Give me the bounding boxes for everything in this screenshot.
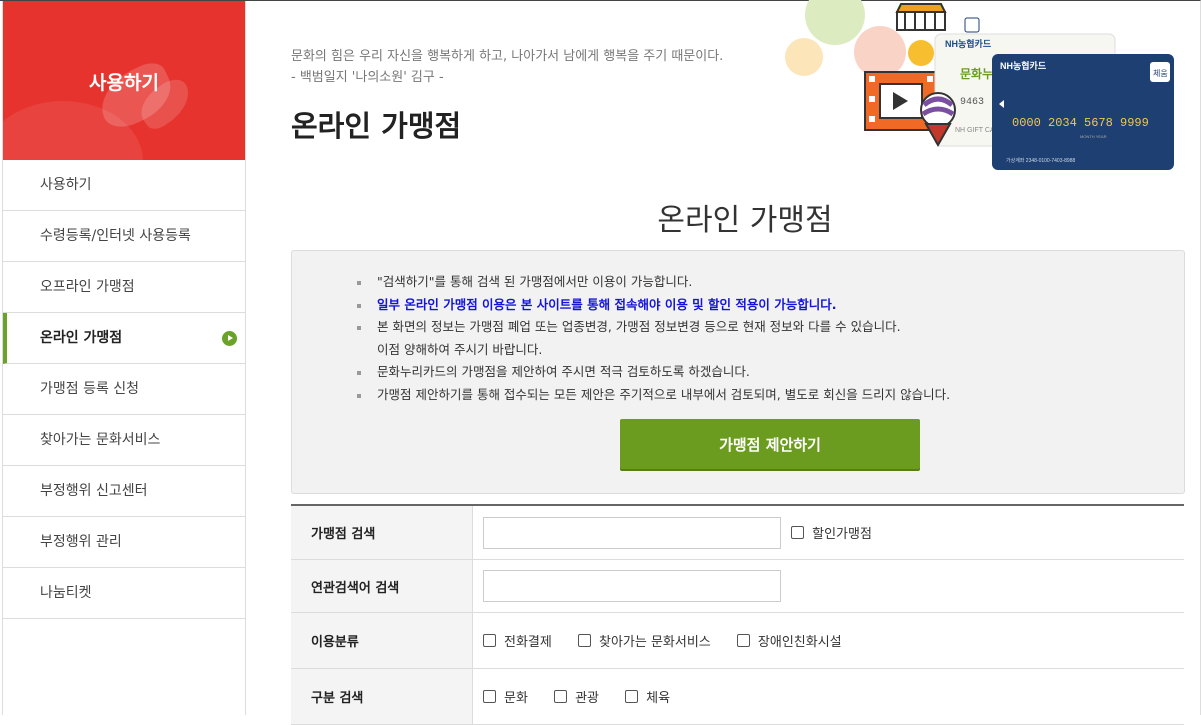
store-search-label: 가맹점 검색 (291, 505, 473, 560)
checkbox[interactable] (554, 690, 568, 703)
search-row-usage: 이용분류 전화결제 찾아가는 문화서비스 장애인친화시설 (291, 612, 1184, 669)
deco-circle (785, 38, 823, 76)
sidebar-item-fraud-report[interactable]: 부정행위 신고센터 (3, 466, 245, 517)
notice-list: "검색하기"를 통해 검색 된 가맹점에서만 이용이 가능합니다. 일부 온라인… (357, 271, 950, 406)
usage-category-label: 이용분류 (291, 612, 473, 669)
sidebar-item-label: 사용하기 (40, 177, 92, 193)
sidebar-menu: 사용하기 수령등록/인터넷 사용등록 오프라인 가맹점 온라인 가맹점 가맹점 … (3, 160, 245, 619)
related-search-input[interactable] (483, 570, 781, 602)
store-search-input[interactable] (483, 516, 781, 549)
option-label: 찾아가는 문화서비스 (598, 635, 711, 650)
checkbox[interactable] (483, 690, 496, 703)
sidebar-item-fraud-management[interactable]: 부정행위 관리 (3, 517, 245, 568)
option-label: 장애인친화시설 (757, 635, 842, 650)
sidebar-item-online-stores[interactable]: 온라인 가맹점 (3, 313, 245, 364)
sidebar: 사용하기 사용하기 수령등록/인터넷 사용등록 오프라인 가맹점 온라인 가맹점… (2, 1, 246, 715)
checkbox[interactable] (483, 634, 496, 647)
usage-category-cell: 전화결제 찾아가는 문화서비스 장애인친화시설 (472, 612, 1184, 669)
checkbox[interactable] (625, 690, 639, 703)
category-option-culture[interactable]: 문화 (483, 687, 528, 706)
sidebar-item-label: 수령등록/인터넷 사용등록 (40, 228, 191, 244)
related-search-cell (472, 559, 1184, 613)
chevron-right-circle-icon (222, 331, 237, 346)
svg-text:MONTH YEAR: MONTH YEAR (1080, 134, 1107, 139)
sidebar-header: 사용하기 (3, 1, 245, 160)
search-row-related: 연관검색어 검색 (291, 559, 1184, 613)
checkbox[interactable] (577, 634, 591, 647)
option-label: 문화 (504, 691, 528, 706)
sidebar-item-use[interactable]: 사용하기 (3, 160, 245, 211)
notice-item: 본 화면의 정보는 가맹점 폐업 또는 업종변경, 가맹점 정보변경 등으로 현… (357, 316, 950, 339)
option-label: 관광 (575, 691, 599, 706)
store-search-cell: 할인가맹점 (472, 505, 1184, 560)
svg-text:가상계좌 2348-0100-7403-8988: 가상계좌 2348-0100-7403-8988 (1006, 157, 1075, 164)
svg-text:9463: 9463 (960, 97, 984, 108)
sidebar-item-label: 가맹점 등록 신청 (40, 381, 140, 397)
option-label: 체육 (646, 691, 671, 706)
search-row-category: 구분 검색 문화 관광 체육 (291, 668, 1184, 725)
notice-item: "검색하기"를 통해 검색 된 가맹점에서만 이용이 가능합니다. (357, 271, 950, 294)
category-option-tourism[interactable]: 관광 (554, 687, 599, 706)
search-row-store: 가맹점 검색 할인가맹점 (291, 505, 1184, 560)
notice-item: 가맹점 제안하기를 통해 접수되는 모든 제안은 주기적으로 내부에서 검토되며… (357, 384, 950, 407)
sidebar-item-label: 나눔티켓 (40, 585, 92, 601)
header-illustration: NH농협카드 문화누리 9463 NH GIFT CARD NH농협카드 체움 … (785, 0, 1174, 170)
quote-author: - 백범일지 '나의소원' 김구 - (291, 70, 444, 85)
shop-icon (895, 3, 947, 31)
content-title: 온라인 가맹점 (657, 203, 833, 238)
search-form-table: 가맹점 검색 할인가맹점 연관검색어 검색 이용분류 전화결제 찾아가는 문화서… (291, 504, 1184, 725)
discount-store-option[interactable]: 할인가맹점 (791, 523, 872, 542)
related-search-label: 연관검색어 검색 (291, 559, 473, 613)
discount-store-label: 할인가맹점 (812, 527, 872, 542)
suggest-store-button[interactable]: 가맹점 제안하기 (620, 419, 920, 469)
svg-text:0000 2034 5678 9999: 0000 2034 5678 9999 (1012, 116, 1149, 130)
quote-line: 문화의 힘은 우리 자신을 행복하게 하고, 나아가서 남에게 행복을 주기 때… (291, 49, 724, 64)
notice-item-continued: 이점 양해하여 주시기 바랍니다. (377, 341, 543, 357)
category-option-sports[interactable]: 체육 (625, 687, 670, 706)
sidebar-item-label: 온라인 가맹점 (40, 330, 123, 346)
deco-circle (854, 26, 906, 78)
notice-item-highlight: 일부 온라인 가맹점 이용은 본 사이트를 통해 접속해야 이용 및 할인 적용… (357, 294, 950, 317)
credit-card-image: NH농협카드 체움 0000 2034 5678 9999 MONTH YEAR… (992, 54, 1174, 170)
sidebar-item-label: 부정행위 관리 (40, 534, 122, 550)
header-quote: 문화의 힘은 우리 자신을 행복하게 하고, 나아가서 남에게 행복을 주기 때… (291, 46, 723, 88)
usage-option-phone-payment[interactable]: 전화결제 (483, 631, 552, 650)
sidebar-item-store-apply[interactable]: 가맹점 등록 신청 (3, 364, 245, 415)
sidebar-item-label: 부정행위 신고센터 (40, 483, 148, 499)
checkbox[interactable] (736, 634, 750, 647)
sidebar-item-label: 찾아가는 문화서비스 (40, 432, 161, 448)
sidebar-item-sharing-ticket[interactable]: 나눔티켓 (3, 568, 245, 619)
page-title: 온라인 가맹점 (291, 109, 462, 143)
notice-item: 문화누리카드의 가맹점을 제안하여 주시면 적극 검토하도록 하겠습니다. (357, 361, 950, 384)
usage-option-visiting-service[interactable]: 찾아가는 문화서비스 (577, 631, 711, 650)
sidebar-item-visiting-service[interactable]: 찾아가는 문화서비스 (3, 415, 245, 466)
sidebar-item-offline-stores[interactable]: 오프라인 가맹점 (3, 262, 245, 313)
usage-option-accessible-facility[interactable]: 장애인친화시설 (736, 631, 842, 650)
category-search-label: 구분 검색 (291, 668, 473, 725)
sidebar-item-label: 오프라인 가맹점 (40, 279, 135, 295)
svg-text:체움: 체움 (1153, 68, 1168, 78)
sidebar-item-registration[interactable]: 수령등록/인터넷 사용등록 (3, 211, 245, 262)
deco-circle (805, 0, 865, 45)
notice-box: "검색하기"를 통해 검색 된 가맹점에서만 이용이 가능합니다. 일부 온라인… (291, 250, 1185, 494)
category-search-cell: 문화 관광 체육 (472, 668, 1184, 725)
discount-store-checkbox[interactable] (791, 526, 805, 539)
svg-text:NH농협카드: NH농협카드 (1000, 60, 1047, 71)
svg-text:NH농협카드: NH농협카드 (945, 38, 992, 49)
deco-circle (908, 40, 934, 66)
sidebar-title: 사용하기 (89, 72, 159, 94)
option-label: 전화결제 (504, 635, 552, 650)
